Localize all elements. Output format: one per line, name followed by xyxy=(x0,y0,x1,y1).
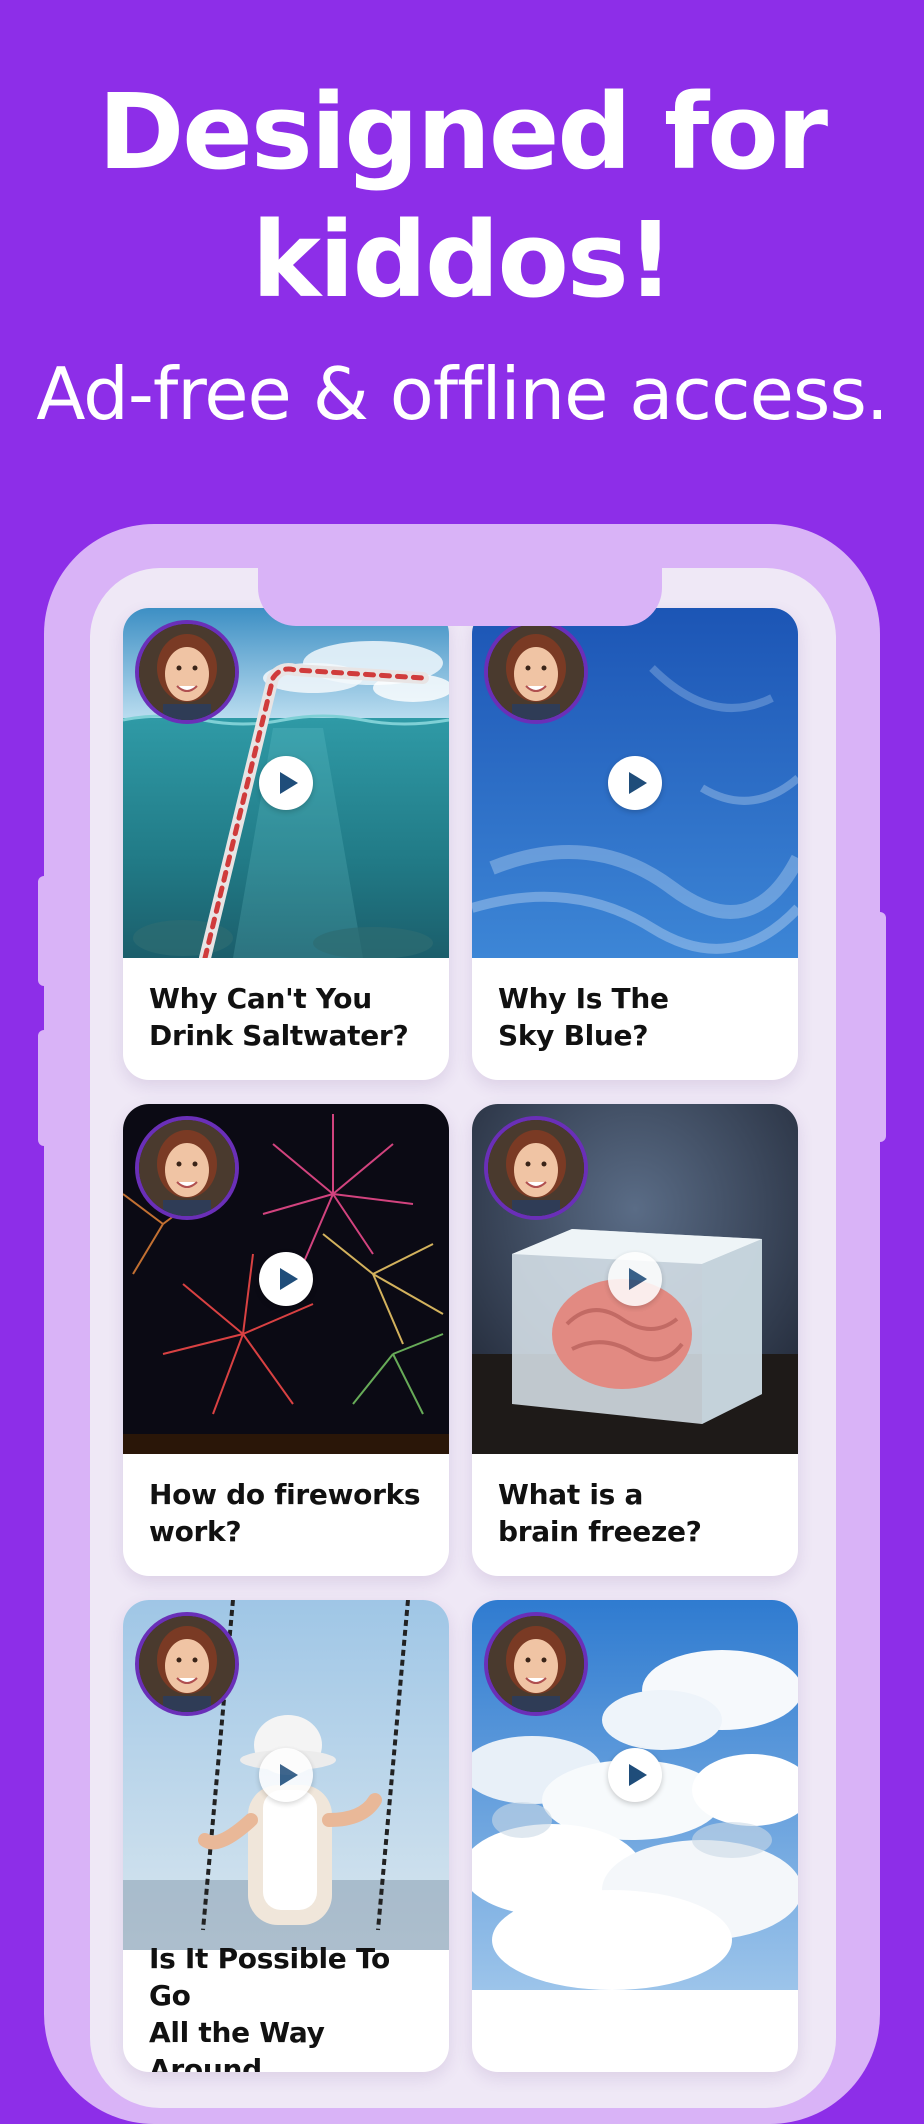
presenter-avatar xyxy=(135,1612,239,1716)
video-card[interactable]: Why Is The Sky Blue? xyxy=(472,608,798,1080)
video-title: How do fireworks work? xyxy=(149,1478,421,1548)
video-title: Why Is The Sky Blue? xyxy=(498,982,669,1052)
headline: Designed for kiddos! xyxy=(0,68,924,324)
play-button[interactable] xyxy=(608,1748,662,1802)
play-button[interactable] xyxy=(608,756,662,810)
phone-notch xyxy=(258,556,662,626)
presenter-avatar xyxy=(484,1116,588,1220)
play-button[interactable] xyxy=(259,756,313,810)
headline-line-1: Designed for xyxy=(97,71,828,193)
play-button[interactable] xyxy=(259,1252,313,1306)
subheadline: Ad-free & offline access. xyxy=(36,352,889,436)
presenter-avatar xyxy=(135,620,239,724)
play-button[interactable] xyxy=(259,1748,313,1802)
video-title: Is It Possible To Go All the Way Around xyxy=(149,1942,390,2072)
video-card[interactable]: Is It Possible To Go All the Way Around xyxy=(123,1600,449,2072)
video-card[interactable] xyxy=(472,1600,798,2072)
play-button[interactable] xyxy=(608,1252,662,1306)
video-title: What is a brain freeze? xyxy=(498,1478,702,1548)
video-title: Why Can't You Drink Saltwater? xyxy=(149,982,409,1052)
video-card[interactable]: How do fireworks work? xyxy=(123,1104,449,1576)
video-card[interactable]: What is a brain freeze? xyxy=(472,1104,798,1576)
video-card[interactable]: Why Can't You Drink Saltwater? xyxy=(123,608,449,1080)
presenter-avatar xyxy=(135,1116,239,1220)
headline-line-2: kiddos! xyxy=(251,199,674,321)
presenter-avatar xyxy=(484,1612,588,1716)
presenter-avatar xyxy=(484,620,588,724)
